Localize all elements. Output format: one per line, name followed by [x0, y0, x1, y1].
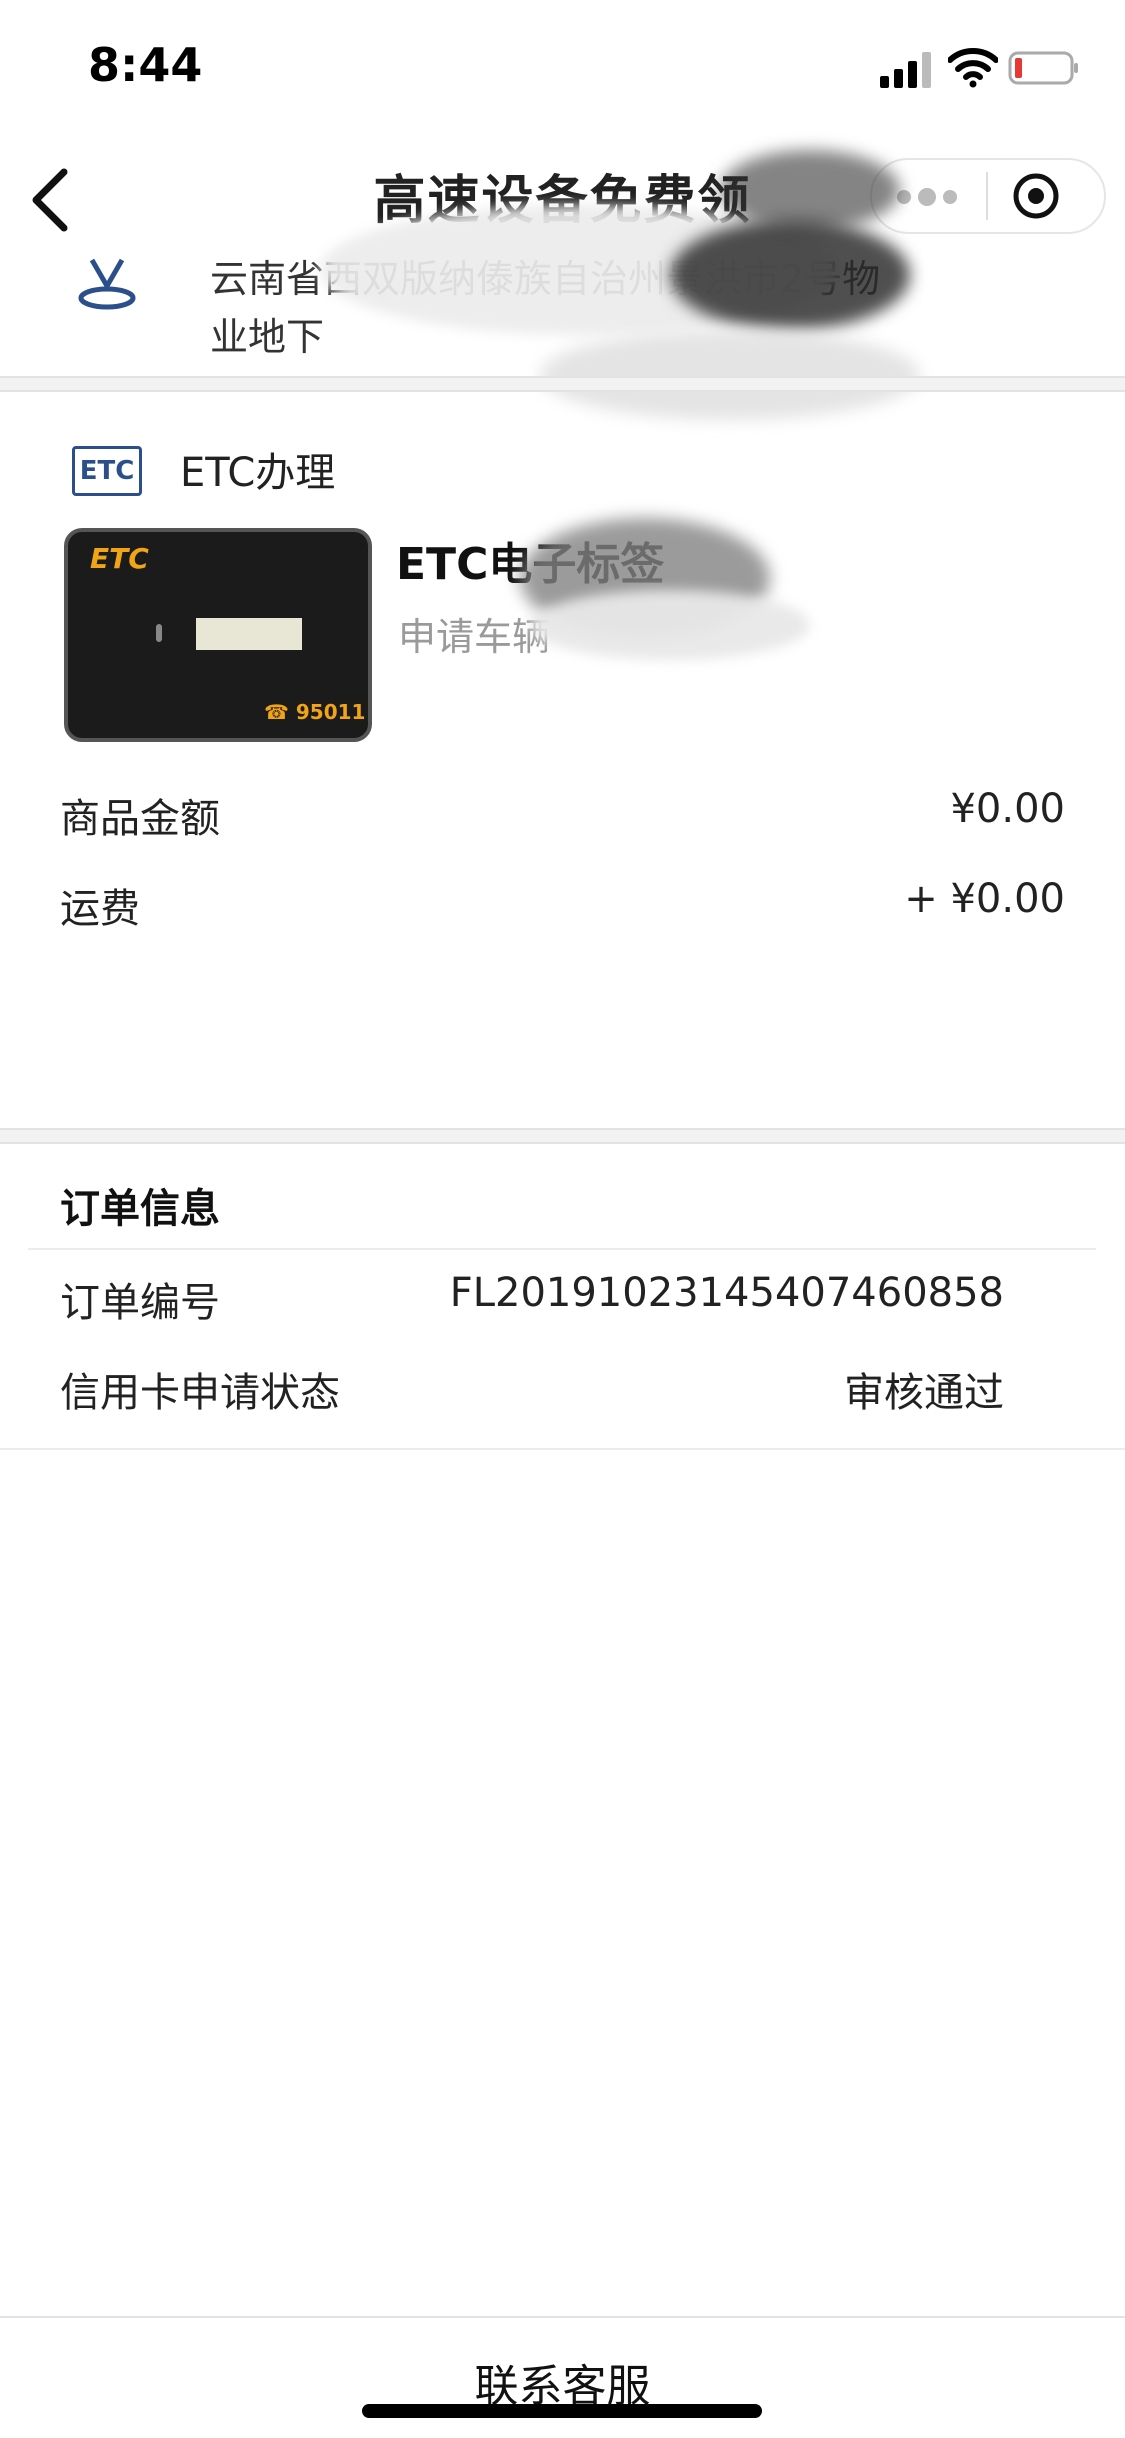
close-target-icon[interactable]	[1012, 172, 1060, 220]
product-subtitle: 申请车辆	[398, 615, 551, 659]
goods-amount-row: 商品金额 ¥0.00	[60, 786, 1065, 846]
address-text: 云南省西双版纳傣族自治州景洪市2号物 业地下	[210, 250, 1090, 366]
shipping-address[interactable]: 云南省西双版纳傣族自治州景洪市2号物 业地下	[0, 250, 1125, 370]
section-gap	[0, 376, 1125, 392]
address-line-2: 业地下	[210, 315, 325, 359]
wifi-icon	[948, 48, 998, 88]
shipping-fee-row: 运费 + ¥0.00	[60, 876, 1065, 936]
device-image-hotline: ☎ 95011	[264, 700, 366, 724]
section-gap	[0, 1128, 1125, 1144]
shipping-fee-value: + ¥0.00	[904, 876, 1065, 922]
order-number-label: 订单编号	[60, 1280, 220, 1326]
device-image-logo: ETC	[90, 542, 149, 575]
cellular-signal-icon	[880, 52, 931, 88]
credit-card-status-label: 信用卡申请状态	[60, 1370, 340, 1416]
etc-device-image: ETC ☎ 95011	[64, 528, 372, 742]
credit-card-status-value: 审核通过	[844, 1370, 1004, 1416]
status-bar: 8:44	[0, 0, 1125, 140]
address-line-1: 云南省西双版纳傣族自治州景洪市2号物	[210, 257, 881, 301]
device-led	[156, 624, 162, 642]
divider	[0, 1448, 1125, 1450]
device-card-slot	[196, 618, 302, 650]
home-indicator[interactable]	[362, 2404, 762, 2418]
order-number-row: 订单编号 FL20191023145407460858	[60, 1270, 1004, 1330]
capsule-divider	[986, 172, 988, 220]
battery-low-icon	[1008, 51, 1078, 85]
product-title: ETC电子标签	[396, 539, 665, 590]
etc-logo-icon: ETC	[72, 446, 142, 496]
order-number-value[interactable]: FL20191023145407460858	[450, 1270, 1004, 1316]
status-time: 8:44	[88, 38, 203, 92]
mini-program-capsule	[870, 158, 1106, 234]
order-info-title: 订单信息	[60, 1186, 220, 1232]
etc-service-header: ETC ETC办理	[72, 440, 972, 500]
location-pin-icon	[78, 258, 136, 310]
goods-amount-value: ¥0.00	[950, 786, 1065, 832]
etc-service-label: ETC办理	[180, 450, 336, 496]
bottom-bar: 联系客服	[0, 2316, 1125, 2438]
goods-amount-label: 商品金额	[60, 796, 220, 842]
shipping-fee-label: 运费	[60, 886, 140, 932]
nav-bar: 高速设备免费领	[0, 140, 1125, 250]
credit-card-status-row: 信用卡申请状态 审核通过	[60, 1360, 1004, 1420]
redaction-smudge	[530, 590, 810, 660]
more-options-icon[interactable]	[880, 188, 974, 206]
divider	[28, 1248, 1096, 1250]
